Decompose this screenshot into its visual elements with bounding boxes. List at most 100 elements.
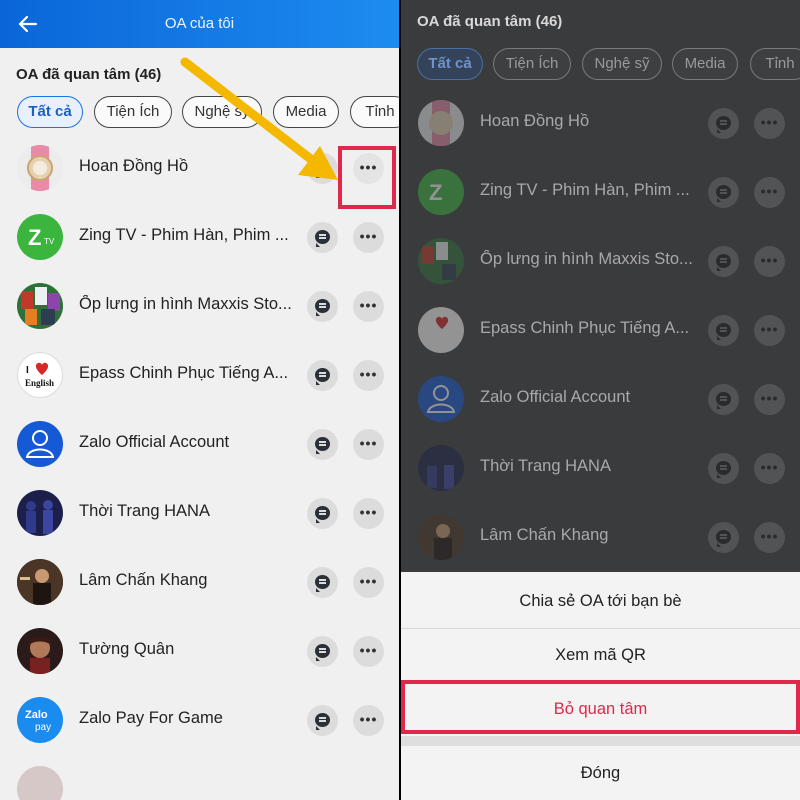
- action-sheet: Chia sẻ OA tới bạn bè Xem mã QR Bỏ quan …: [401, 572, 800, 800]
- list-item[interactable]: I English Epass Chinh Phục Tiếng A... •••: [0, 341, 399, 410]
- hana-fashion-avatar: [418, 445, 464, 491]
- list-item[interactable]: Zalo Official Account •••: [401, 365, 800, 434]
- more-dots-icon: •••: [359, 504, 378, 520]
- chat-button[interactable]: [708, 384, 739, 415]
- chat-bubble-icon: [716, 116, 731, 133]
- more-button[interactable]: •••: [353, 567, 384, 598]
- more-button[interactable]: •••: [353, 360, 384, 391]
- chat-button[interactable]: [307, 636, 338, 667]
- chat-button[interactable]: [307, 222, 338, 253]
- svg-text:TV: TV: [44, 237, 55, 246]
- list-item[interactable]: Lâm Chấn Khang •••: [401, 503, 800, 572]
- list-item[interactable]: Ốp lưng in hình Maxxis Sto... •••: [0, 272, 399, 341]
- oa-name: Hoan Đồng Hồ: [480, 112, 590, 130]
- more-button[interactable]: •••: [754, 108, 785, 139]
- chat-button[interactable]: [307, 567, 338, 598]
- chat-button[interactable]: [708, 177, 739, 208]
- list-item[interactable]: Thời Trang HANA •••: [401, 434, 800, 503]
- more-button[interactable]: •••: [353, 705, 384, 736]
- list-item[interactable]: Z TV Zing TV - Phim Hàn, Phim ... •••: [0, 203, 399, 272]
- more-button[interactable]: •••: [353, 636, 384, 667]
- chat-button[interactable]: [307, 498, 338, 529]
- list-item[interactable]: Zalo Official Account •••: [0, 410, 399, 479]
- watch-avatar: [418, 100, 464, 146]
- chip-province[interactable]: Tỉnh: [750, 48, 800, 80]
- chat-bubble-icon: [315, 713, 330, 730]
- zingtv-avatar: Z TV: [17, 214, 63, 260]
- oa-name: Zalo Official Account: [79, 433, 230, 451]
- list-item[interactable]: Ốp lưng in hình Maxxis Sto... •••: [401, 227, 800, 296]
- chat-button[interactable]: [708, 522, 739, 553]
- chip-artists[interactable]: Nghệ sỹ: [582, 48, 662, 80]
- oa-name: Lâm Chấn Khang: [79, 571, 208, 589]
- person-avatar: [418, 514, 464, 560]
- more-button[interactable]: •••: [353, 498, 384, 529]
- chat-button[interactable]: [307, 705, 338, 736]
- more-dots-icon: •••: [760, 252, 779, 268]
- oa-name: Zalo Pay For Game: [79, 709, 223, 727]
- oa-name: Zing TV - Phim Hàn, Phim ...: [79, 226, 289, 244]
- chip-all[interactable]: Tất cả: [417, 48, 483, 80]
- more-dots-icon: •••: [760, 528, 779, 544]
- chat-bubble-icon: [315, 644, 330, 661]
- more-button[interactable]: •••: [353, 429, 384, 460]
- chip-media[interactable]: Media: [672, 48, 738, 80]
- chip-media[interactable]: Media: [273, 96, 339, 128]
- chat-button[interactable]: [708, 246, 739, 277]
- svg-text:Zalo: Zalo: [25, 709, 48, 721]
- chat-button[interactable]: [307, 153, 338, 184]
- more-dots-icon: •••: [359, 711, 378, 727]
- watch-avatar: [17, 145, 63, 191]
- chat-button[interactable]: [708, 108, 739, 139]
- chat-bubble-icon: [716, 392, 731, 409]
- chat-bubble-icon: [716, 254, 731, 271]
- phone-case-avatar: [418, 238, 464, 284]
- chip-utilities[interactable]: Tiện Ích: [493, 48, 571, 80]
- more-button-highlight: [338, 146, 396, 209]
- more-button[interactable]: •••: [353, 291, 384, 322]
- list-item[interactable]: Lâm Chấn Khang •••: [0, 548, 399, 617]
- svg-text:I: I: [26, 365, 29, 376]
- chat-button[interactable]: [307, 291, 338, 322]
- view-qr-option[interactable]: Xem mã QR: [401, 628, 800, 682]
- list-item[interactable]: Z Zing TV - Phim Hàn, Phim ... •••: [401, 158, 800, 227]
- more-dots-icon: •••: [760, 183, 779, 199]
- more-dots-icon: •••: [359, 366, 378, 382]
- list-item[interactable]: Epass Chinh Phục Tiếng A... •••: [401, 296, 800, 365]
- more-dots-icon: •••: [760, 321, 779, 337]
- chat-button[interactable]: [708, 453, 739, 484]
- list-item[interactable]: Tường Quân •••: [0, 617, 399, 686]
- list-item[interactable]: Thời Trang HANA •••: [0, 479, 399, 548]
- more-button[interactable]: •••: [754, 177, 785, 208]
- list-item[interactable]: Zalo pay Zalo Pay For Game •••: [0, 686, 399, 755]
- i-love-english-avatar: [418, 307, 464, 353]
- chat-button[interactable]: [307, 360, 338, 391]
- more-button[interactable]: •••: [754, 246, 785, 277]
- chip-utilities[interactable]: Tiện Ích: [94, 96, 172, 128]
- category-chips: Tất cả Tiện Ích Nghệ sỹ Media Tỉnh: [0, 90, 399, 134]
- share-oa-option[interactable]: Chia sẻ OA tới bạn bè: [401, 574, 800, 628]
- chat-bubble-icon: [716, 323, 731, 340]
- more-button[interactable]: •••: [754, 315, 785, 346]
- section-title: OA đã quan tâm (46): [16, 66, 162, 83]
- chip-all[interactable]: Tất cả: [17, 96, 83, 128]
- chat-button[interactable]: [708, 315, 739, 346]
- more-button[interactable]: •••: [754, 453, 785, 484]
- oa-name: Zalo Official Account: [480, 388, 631, 406]
- more-button[interactable]: •••: [353, 222, 384, 253]
- more-dots-icon: •••: [760, 390, 779, 406]
- chat-bubble-icon: [315, 161, 330, 178]
- unfollow-highlight: [401, 680, 800, 734]
- list-item[interactable]: [0, 755, 399, 800]
- chat-bubble-icon: [315, 230, 330, 247]
- chip-province[interactable]: Tỉnh: [350, 96, 399, 128]
- more-button[interactable]: •••: [754, 384, 785, 415]
- svg-text:pay: pay: [35, 722, 51, 733]
- chat-button[interactable]: [307, 429, 338, 460]
- more-button[interactable]: •••: [754, 522, 785, 553]
- list-item[interactable]: Hoan Đồng Hồ •••: [401, 89, 800, 158]
- chat-bubble-icon: [315, 575, 330, 592]
- chip-artists[interactable]: Nghệ sỹ: [182, 96, 262, 128]
- close-option[interactable]: Đóng: [401, 746, 800, 800]
- section-title: OA đã quan tâm (46): [417, 13, 563, 30]
